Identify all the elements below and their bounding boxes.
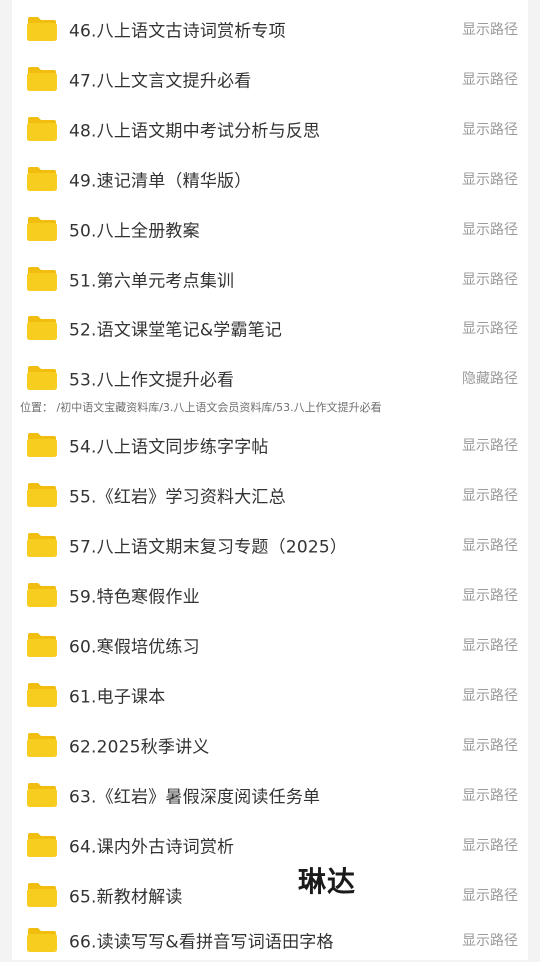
show-path-link[interactable]: 显示路径 — [462, 735, 518, 755]
item-title: 53.八上作文提升必看 — [69, 370, 235, 391]
folder-icon — [26, 16, 58, 42]
list-item[interactable]: 63.《红岩》暑假深度阅读任务单 显示路径 — [12, 770, 528, 820]
show-path-link[interactable]: 显示路径 — [462, 485, 518, 505]
item-title: 57.八上语文期末复习专题（2025） — [69, 537, 348, 558]
folder-icon — [26, 365, 58, 391]
folder-icon — [26, 582, 58, 608]
item-title: 55.《红岩》学习资料大汇总 — [69, 487, 286, 508]
show-path-link[interactable]: 显示路径 — [462, 685, 518, 705]
list-item[interactable]: 60.寒假培优练习 显示路径 — [12, 620, 528, 670]
list-item[interactable]: 55.《红岩》学习资料大汇总 显示路径 — [12, 470, 528, 520]
item-title: 62.2025秋季讲义 — [69, 737, 210, 758]
show-path-link[interactable]: 显示路径 — [462, 219, 518, 239]
item-title: 47.八上文言文提升必看 — [69, 71, 252, 92]
list-item[interactable]: 61.电子课本 显示路径 — [12, 670, 528, 720]
list-item[interactable]: 57.八上语文期末复习专题（2025） 显示路径 — [12, 520, 528, 570]
list-item[interactable]: 62.2025秋季讲义 显示路径 — [12, 720, 528, 770]
item-title: 48.八上语文期中考试分析与反思 — [69, 121, 321, 142]
hide-path-link[interactable]: 隐藏路径 — [462, 368, 518, 388]
list-item[interactable]: 49.速记清单（精华版） 显示路径 — [12, 154, 528, 204]
item-title: 46.八上语文古诗词赏析专项 — [69, 21, 286, 42]
item-title: 54.八上语文同步练字字帖 — [69, 437, 269, 458]
folder-icon — [26, 732, 58, 758]
path-location-text: 位置： /初中语文宝藏资料库/3.八上语文会员资料库/53.八上作文提升必看 — [12, 398, 528, 418]
list-item[interactable]: 59.特色寒假作业 显示路径 — [12, 570, 528, 620]
item-title: 59.特色寒假作业 — [69, 587, 200, 608]
folder-list: 46.八上语文古诗词赏析专项 显示路径 47.八上文言文提升必看 显示路径 48… — [12, 0, 528, 960]
folder-icon — [26, 266, 58, 292]
item-title: 60.寒假培优练习 — [69, 637, 200, 658]
folder-icon — [26, 315, 58, 341]
folder-icon — [26, 482, 58, 508]
show-path-link[interactable]: 显示路径 — [462, 269, 518, 289]
folder-icon — [26, 66, 58, 92]
item-title: 63.《红岩》暑假深度阅读任务单 — [69, 787, 321, 808]
show-path-link[interactable]: 显示路径 — [462, 585, 518, 605]
show-path-link[interactable]: 显示路径 — [462, 169, 518, 189]
folder-icon — [26, 782, 58, 808]
list-item[interactable]: 46.八上语文古诗词赏析专项 显示路径 — [12, 4, 528, 54]
show-path-link[interactable]: 显示路径 — [462, 435, 518, 455]
watermark-text: 琳达 — [298, 865, 357, 898]
folder-icon — [26, 532, 58, 558]
folder-icon — [26, 432, 58, 458]
list-item[interactable]: 65.新教材解读 显示路径 — [12, 870, 528, 920]
list-item[interactable]: 51.第六单元考点集训 显示路径 — [12, 254, 528, 304]
item-title: 51.第六单元考点集训 — [69, 271, 235, 292]
item-title: 50.八上全册教案 — [69, 221, 200, 242]
folder-icon — [26, 216, 58, 242]
folder-icon — [26, 927, 58, 953]
list-item[interactable]: 66.读读写写&看拼音写词语田字格 显示路径 — [12, 918, 528, 962]
list-item[interactable]: 54.八上语文同步练字字帖 显示路径 — [12, 420, 528, 470]
show-path-link[interactable]: 显示路径 — [462, 930, 518, 950]
list-item[interactable]: 48.八上语文期中考试分析与反思 显示路径 — [12, 104, 528, 154]
list-item[interactable]: 53.八上作文提升必看 隐藏路径 — [12, 353, 528, 403]
folder-icon — [26, 882, 58, 908]
show-path-link[interactable]: 显示路径 — [462, 885, 518, 905]
list-item[interactable]: 50.八上全册教案 显示路径 — [12, 204, 528, 254]
item-title: 52.语文课堂笔记&学霸笔记 — [69, 320, 283, 341]
show-path-link[interactable]: 显示路径 — [462, 535, 518, 555]
list-item[interactable]: 52.语文课堂笔记&学霸笔记 显示路径 — [12, 303, 528, 353]
item-title: 66.读读写写&看拼音写词语田字格 — [69, 932, 334, 953]
show-path-link[interactable]: 显示路径 — [462, 785, 518, 805]
folder-icon — [26, 116, 58, 142]
show-path-link[interactable]: 显示路径 — [462, 318, 518, 338]
show-path-link[interactable]: 显示路径 — [462, 119, 518, 139]
folder-icon — [26, 166, 58, 192]
list-item[interactable]: 47.八上文言文提升必看 显示路径 — [12, 54, 528, 104]
item-title: 65.新教材解读 — [69, 887, 183, 908]
show-path-link[interactable]: 显示路径 — [462, 835, 518, 855]
item-title: 49.速记清单（精华版） — [69, 171, 252, 192]
item-title: 61.电子课本 — [69, 687, 166, 708]
item-title: 64.课内外古诗词赏析 — [69, 837, 235, 858]
folder-icon — [26, 632, 58, 658]
show-path-link[interactable]: 显示路径 — [462, 69, 518, 89]
folder-icon — [26, 832, 58, 858]
list-item[interactable]: 64.课内外古诗词赏析 显示路径 — [12, 820, 528, 870]
show-path-link[interactable]: 显示路径 — [462, 19, 518, 39]
folder-icon — [26, 682, 58, 708]
show-path-link[interactable]: 显示路径 — [462, 635, 518, 655]
